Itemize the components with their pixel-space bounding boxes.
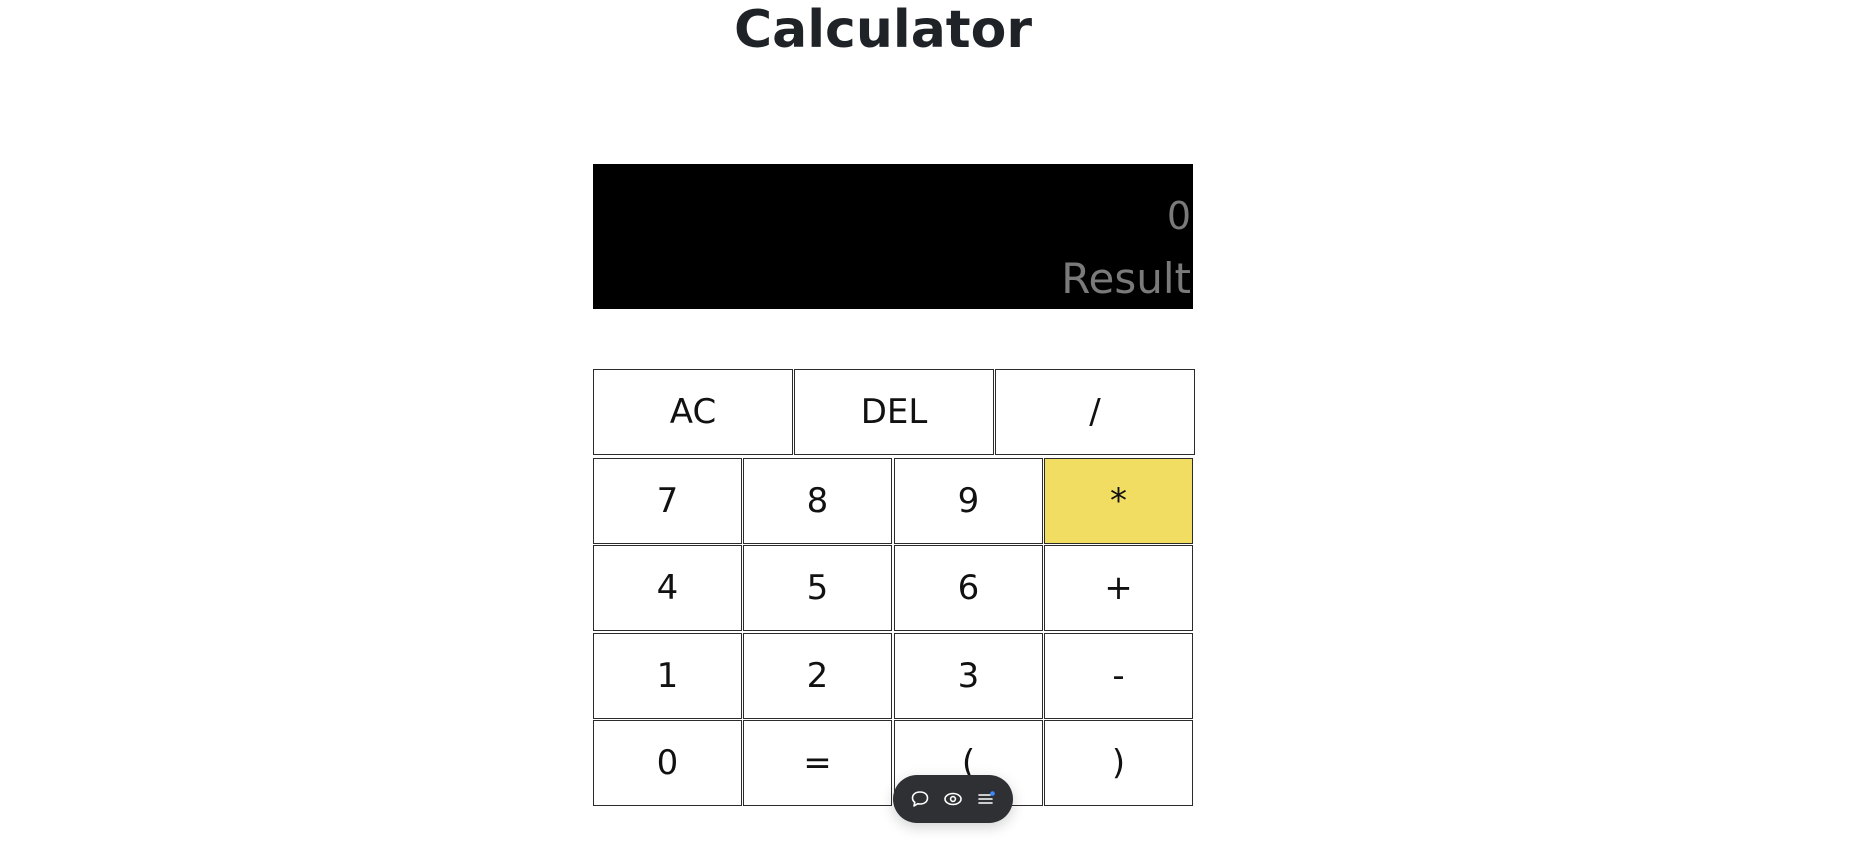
eye-icon[interactable] (939, 785, 967, 813)
digit-4-button[interactable]: 4 (593, 545, 742, 631)
divide-button[interactable]: / (995, 369, 1195, 455)
close-paren-button[interactable]: ) (1044, 720, 1193, 806)
digit-5-button[interactable]: 5 (743, 545, 892, 631)
delete-button[interactable]: DEL (794, 369, 994, 455)
clear-all-button[interactable]: AC (593, 369, 793, 455)
result-text: Result (1061, 254, 1191, 303)
digit-7-button[interactable]: 7 (593, 458, 742, 544)
digit-9-button[interactable]: 9 (894, 458, 1043, 544)
floating-toolbar (893, 775, 1013, 823)
page-title: Calculator (733, 0, 1033, 60)
digit-3-button[interactable]: 3 (894, 633, 1043, 719)
multiply-button[interactable]: * (1044, 458, 1193, 544)
digit-6-button[interactable]: 6 (894, 545, 1043, 631)
calculator-page: Calculator 0 Result AC DEL / 7 8 9 * 4 5… (0, 0, 1863, 853)
notification-dot (990, 791, 996, 796)
digit-1-button[interactable]: 1 (593, 633, 742, 719)
expression-text: 0 (1166, 194, 1191, 238)
equals-button[interactable]: = (743, 720, 892, 806)
list-icon[interactable] (972, 785, 1000, 813)
add-button[interactable]: + (1044, 545, 1193, 631)
digit-0-button[interactable]: 0 (593, 720, 742, 806)
digit-2-button[interactable]: 2 (743, 633, 892, 719)
calculator-display: 0 Result (593, 164, 1193, 309)
digit-8-button[interactable]: 8 (743, 458, 892, 544)
comment-icon[interactable] (906, 785, 934, 813)
subtract-button[interactable]: - (1044, 633, 1193, 719)
